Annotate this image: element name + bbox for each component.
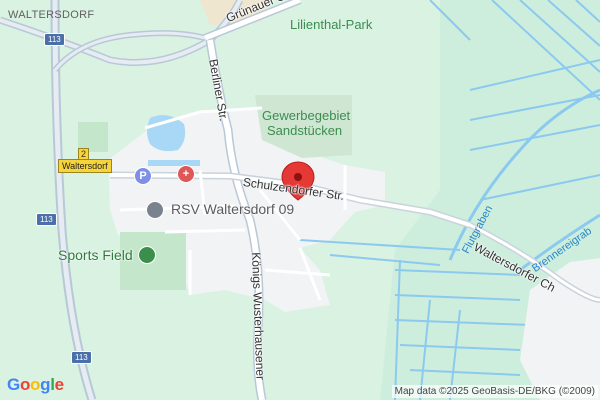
hospital-icon[interactable]: + [177, 165, 195, 183]
map-canvas[interactable] [0, 0, 600, 400]
motorway-shield-a113-bottom: 113 [71, 351, 92, 364]
sports-club-pin-icon[interactable] [146, 201, 164, 219]
rsv-label[interactable]: RSV Waltersdorf 09 [171, 201, 294, 217]
google-logo: Google [7, 375, 64, 395]
logo-letter: o [19, 375, 31, 394]
sports-field-label[interactable]: Sports Field [58, 247, 133, 263]
sports-field-pin-icon[interactable] [138, 246, 156, 264]
park-label: Lilienthal-Park [290, 17, 373, 32]
pond-strip [148, 160, 200, 166]
town-sign: Waltersdorf [58, 159, 112, 173]
logo-letter: e [54, 375, 64, 394]
logo-letter: g [40, 375, 51, 394]
motorway-shield-a113-mid: 113 [36, 213, 57, 226]
parking-icon[interactable]: P [134, 167, 152, 185]
logo-letter: G [7, 375, 20, 394]
logo-letter: o [30, 375, 41, 394]
industrial-label-line2: Sandstücken [267, 123, 343, 138]
motorway-shield-a113-top: 113 [44, 33, 65, 46]
town-label: WALTERSDORF [8, 9, 95, 21]
map-attribution[interactable]: Map data ©2025 GeoBasis-DE/BKG (©2009) [391, 385, 598, 398]
industrial-label-line1: Gewerbegebiet [262, 108, 351, 123]
